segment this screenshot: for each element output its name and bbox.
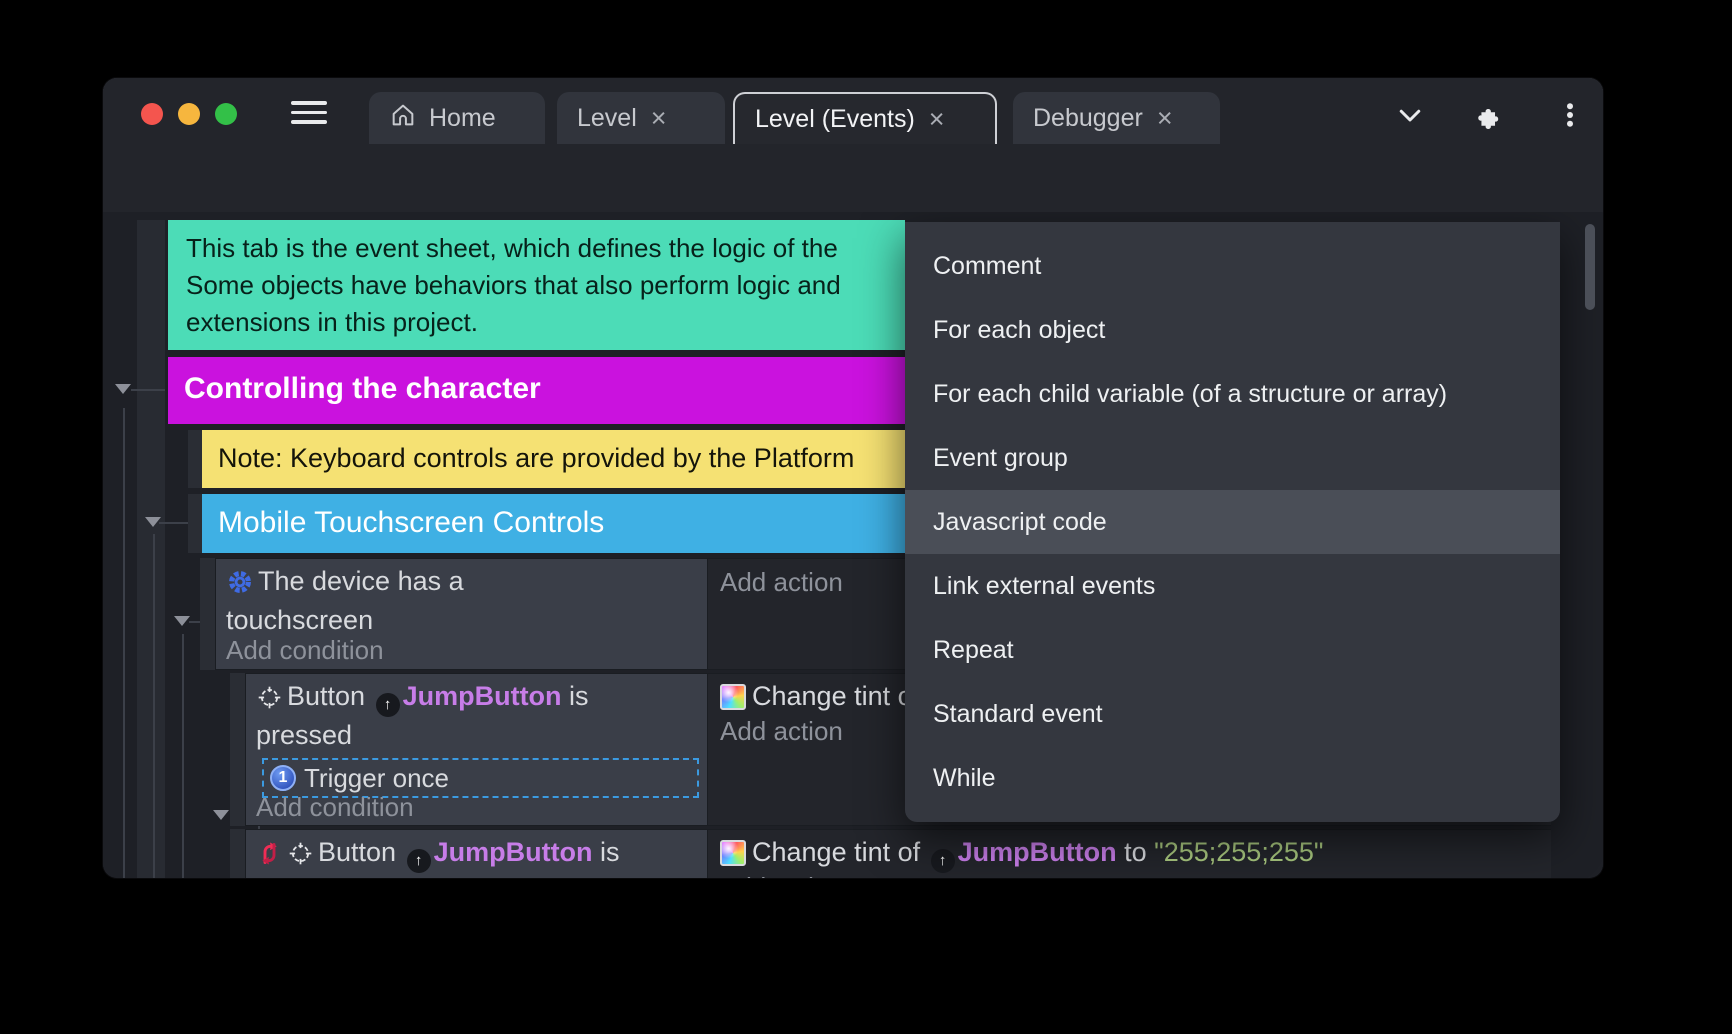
tab-home[interactable]: Home bbox=[369, 92, 545, 144]
condition-text[interactable]: The device has a touchscreen bbox=[226, 565, 586, 637]
menu-item-javascript-code[interactable]: Javascript code bbox=[905, 490, 1560, 554]
traffic-minimize-button[interactable] bbox=[178, 103, 200, 125]
app-window: Home Level × Level (Events) × Debugger × bbox=[103, 78, 1603, 878]
tree-line bbox=[123, 408, 125, 878]
button-object-icon bbox=[287, 840, 314, 875]
group-header-controlling[interactable]: Controlling the character bbox=[168, 357, 905, 424]
tab-label: Level (Events) bbox=[755, 105, 915, 134]
action-cell[interactable]: Change tint of ↑JumpButton to "255;255;2… bbox=[708, 829, 1551, 878]
tint-color-icon bbox=[720, 684, 746, 710]
home-icon bbox=[389, 101, 417, 136]
title-bar: Home Level × Level (Events) × Debugger × bbox=[103, 78, 1603, 144]
trigger-once-icon: 1 bbox=[270, 765, 296, 791]
chevron-down-icon[interactable] bbox=[1395, 100, 1425, 130]
indent-strip bbox=[230, 673, 245, 826]
condition-cell[interactable]: Button ↑JumpButton is pressed bbox=[245, 829, 708, 878]
group-header-touchscreen[interactable]: Mobile Touchscreen Controls bbox=[202, 494, 905, 553]
indent-strip bbox=[230, 829, 245, 878]
tab-debugger[interactable]: Debugger × bbox=[1013, 92, 1220, 144]
tab-level-events[interactable]: Level (Events) × bbox=[733, 92, 997, 144]
condition-cell[interactable]: Button ↑JumpButton is pressed 1 Trigger … bbox=[245, 673, 708, 826]
main-menu-icon[interactable] bbox=[291, 101, 327, 125]
condition-target: JumpButton bbox=[403, 681, 562, 711]
add-action-link[interactable]: Add action bbox=[720, 567, 843, 598]
addon-puzzle-icon[interactable] bbox=[1473, 100, 1503, 130]
tree-line bbox=[131, 389, 165, 391]
action-value: "255;255;255" bbox=[1154, 837, 1323, 867]
gear-icon bbox=[226, 568, 254, 604]
tree-line bbox=[159, 522, 188, 524]
event-sheet: This tab is the event sheet, which defin… bbox=[103, 212, 1603, 878]
action-label: Change tint of bbox=[752, 681, 920, 711]
condition-text[interactable]: Button ↑JumpButton is pressed bbox=[256, 836, 656, 878]
menu-item-repeat[interactable]: Repeat bbox=[905, 618, 1560, 682]
trigger-once-label: Trigger once bbox=[304, 763, 449, 794]
condition-label: The device has a touchscreen bbox=[226, 566, 464, 635]
collapse-arrow-icon[interactable] bbox=[145, 517, 161, 527]
menu-item-while[interactable]: While bbox=[905, 746, 1560, 810]
collapse-arrow-icon[interactable] bbox=[115, 384, 131, 394]
kebab-menu-icon[interactable] bbox=[1555, 100, 1585, 130]
add-condition-link[interactable]: Add condition bbox=[256, 792, 414, 823]
inverted-condition-icon bbox=[256, 840, 283, 875]
tab-level[interactable]: Level × bbox=[557, 92, 725, 144]
toolbar: Preview Publish bbox=[103, 144, 1603, 212]
menu-item-link-external-events[interactable]: Link external events bbox=[905, 554, 1560, 618]
condition-object: Button bbox=[318, 837, 396, 867]
add-action-link[interactable]: Add action bbox=[720, 872, 843, 878]
tree-line bbox=[182, 634, 184, 878]
note-comment-block[interactable]: Note: Keyboard controls are provided by … bbox=[202, 430, 905, 488]
close-icon[interactable]: × bbox=[927, 106, 947, 133]
indent-strip bbox=[188, 430, 202, 488]
tab-label: Debugger bbox=[1033, 104, 1143, 133]
menu-item-event-group[interactable]: Event group bbox=[905, 426, 1560, 490]
context-menu: Comment For each object For each child v… bbox=[905, 222, 1560, 822]
button-object-icon bbox=[256, 684, 283, 719]
arrow-up-badge-icon: ↑ bbox=[376, 693, 400, 717]
menu-item-for-each-object[interactable]: For each object bbox=[905, 298, 1560, 362]
action-infix: to bbox=[1117, 837, 1155, 867]
vertical-scrollbar-thumb[interactable] bbox=[1585, 224, 1595, 310]
condition-target: JumpButton bbox=[434, 837, 593, 867]
collapse-arrow-icon[interactable] bbox=[213, 810, 229, 820]
arrow-up-badge-icon: ↑ bbox=[931, 849, 955, 873]
tree-line bbox=[153, 534, 155, 878]
screenshot-stage: Home Level × Level (Events) × Debugger × bbox=[0, 0, 1732, 1034]
add-condition-link[interactable]: Add condition bbox=[226, 635, 384, 666]
tab-label: Level bbox=[577, 104, 637, 133]
action-object: JumpButton bbox=[958, 837, 1117, 867]
traffic-close-button[interactable] bbox=[141, 103, 163, 125]
action-text[interactable]: Change tint of ↑JumpButton to "255;255;2… bbox=[720, 836, 1323, 873]
tree-line bbox=[189, 621, 200, 623]
menu-item-for-each-child-variable[interactable]: For each child variable (of a structure … bbox=[905, 362, 1560, 426]
tab-label: Home bbox=[429, 104, 496, 133]
comment-block[interactable]: This tab is the event sheet, which defin… bbox=[168, 220, 905, 350]
close-icon[interactable]: × bbox=[649, 105, 669, 132]
condition-text[interactable]: Button ↑JumpButton is pressed bbox=[256, 680, 628, 752]
action-label: Change tint of bbox=[752, 837, 920, 867]
event-margin-gutter bbox=[137, 220, 165, 878]
indent-strip bbox=[188, 494, 202, 553]
arrow-up-badge-icon: ↑ bbox=[407, 849, 431, 873]
condition-cell[interactable]: The device has a touchscreen Add conditi… bbox=[215, 558, 708, 670]
menu-item-standard-event[interactable]: Standard event bbox=[905, 682, 1560, 746]
close-icon[interactable]: × bbox=[1155, 105, 1175, 132]
collapse-arrow-icon[interactable] bbox=[174, 616, 190, 626]
tint-color-icon bbox=[720, 840, 746, 866]
add-action-link[interactable]: Add action bbox=[720, 716, 843, 747]
indent-strip bbox=[200, 558, 215, 670]
menu-item-comment[interactable]: Comment bbox=[905, 234, 1560, 298]
condition-object: Button bbox=[287, 681, 365, 711]
traffic-zoom-button[interactable] bbox=[215, 103, 237, 125]
